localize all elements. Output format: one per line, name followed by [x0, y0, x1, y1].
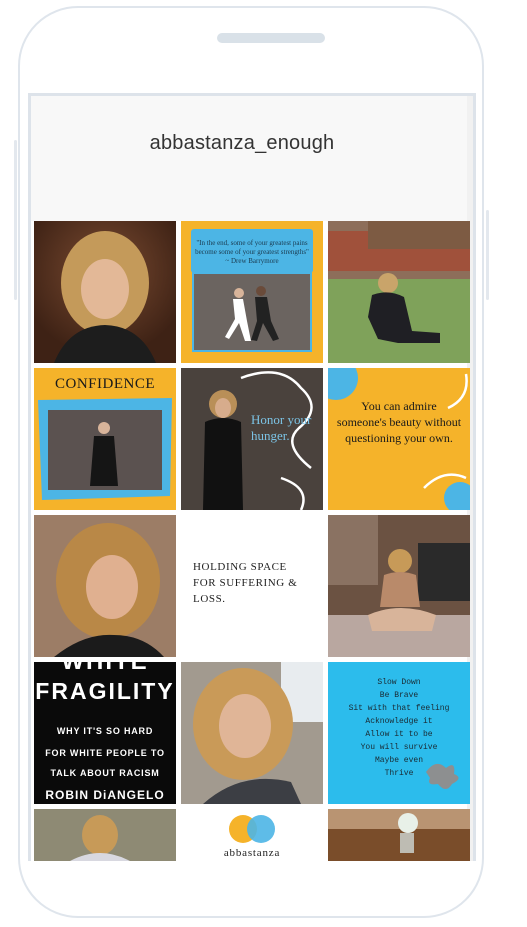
holding-space-text: HOLDING SPACE FOR SUFFERING & LOSS.: [193, 561, 298, 605]
post-tile-portrait[interactable]: [34, 221, 176, 363]
post-tile-table-flowers[interactable]: [328, 809, 470, 861]
profile-header: abbastanza_enough: [31, 96, 473, 221]
book-subtitle-3: TALK ABOUT RACISM: [50, 768, 160, 778]
outdoor-portrait-image: [34, 809, 176, 861]
outdoor-image: [328, 221, 470, 363]
post-tile-selfie[interactable]: [181, 662, 323, 804]
post-tile-honor-hunger[interactable]: Honor your hunger.: [181, 368, 323, 510]
post-tile-logo[interactable]: abbastanza: [181, 809, 323, 861]
post-tile-smiling-portrait[interactable]: [34, 515, 176, 657]
dancers-image: [192, 272, 312, 352]
post-tile-holding-space[interactable]: HOLDING SPACE FOR SUFFERING & LOSS.: [181, 515, 323, 657]
book-title-cutoff: WHITE: [34, 662, 176, 676]
phone-side-button-right: [486, 210, 489, 300]
paint-splash: [426, 763, 459, 789]
phone-side-button-left: [14, 140, 17, 300]
portrait-image: [34, 221, 176, 363]
logo-text: abbastanza: [223, 847, 281, 859]
post-tile-outdoor-portrait[interactable]: [34, 809, 176, 861]
book-author: ROBIN DiANGELO: [45, 788, 165, 802]
post-tile-admire[interactable]: You can admire someone's beauty without …: [328, 368, 470, 510]
post-tile-book-cover[interactable]: WHITE FRAGILITY WHY IT'S SO HARD FOR WHI…: [34, 662, 176, 804]
username: abbastanza_enough: [149, 132, 335, 154]
meditation-image: [328, 515, 470, 657]
smiling-portrait-image: [34, 515, 176, 657]
confidence-image: [38, 398, 172, 500]
book-subtitle-1: WHY IT'S SO HARD: [56, 726, 154, 736]
table-flowers-image: [328, 809, 470, 861]
post-tile-outdoor-sitting[interactable]: [328, 221, 470, 363]
post-tile-meditation[interactable]: [328, 515, 470, 657]
selfie-image: [181, 662, 323, 804]
post-tile-confidence[interactable]: CONFIDENCE: [34, 368, 176, 510]
book-subtitle-2: FOR WHITE PEOPLE TO: [45, 748, 165, 758]
post-tile-slow-down[interactable]: Slow Down Be Brave Sit with that feeling…: [328, 662, 470, 804]
book-title: FRAGILITY: [35, 678, 175, 704]
phone-speaker: [217, 33, 325, 43]
post-tile-quote-dance[interactable]: "In the end, some of your greatest pains…: [181, 221, 323, 363]
honor-text: Honor your hunger.: [251, 412, 312, 443]
phone-screen: abbastanza_enough "In the end, some of y…: [28, 93, 476, 861]
admire-text: You can admire someone's beauty without …: [336, 399, 462, 445]
